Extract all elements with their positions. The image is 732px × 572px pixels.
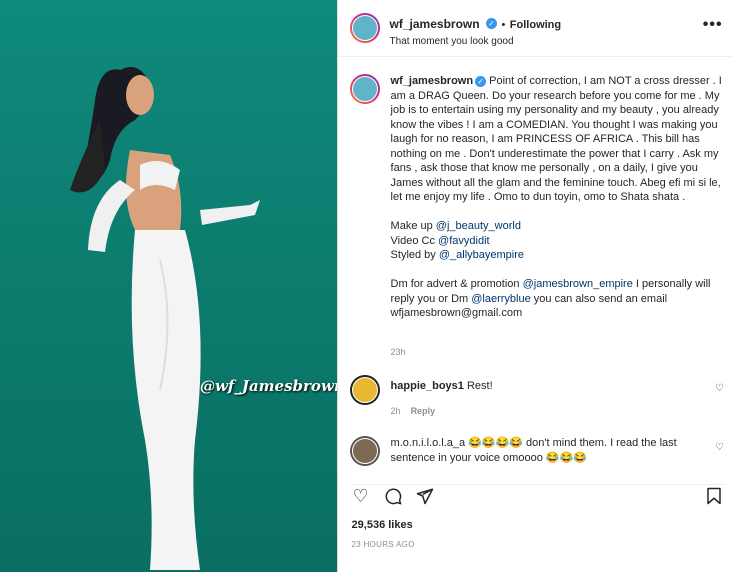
- post-media[interactable]: @wf_Jamesbrown: [0, 0, 337, 572]
- comment: happie_boys1 Rest!: [391, 379, 711, 394]
- verified-badge-icon: ✓: [486, 18, 498, 30]
- likes-count[interactable]: 29,536 likes: [352, 519, 413, 531]
- header-username[interactable]: wf_jamesbrown: [390, 17, 480, 31]
- post-timestamp[interactable]: 23 HOURS AGO: [352, 540, 415, 549]
- avatar[interactable]: [349, 13, 380, 43]
- mention-link[interactable]: @_allybayempire: [439, 249, 524, 261]
- commenter-avatar[interactable]: [349, 436, 380, 466]
- video-label: Video Cc: [390, 234, 439, 247]
- caption-username[interactable]: wf_jamesbrown: [391, 75, 474, 87]
- mention-link[interactable]: @favydidit: [438, 235, 490, 247]
- mention-link[interactable]: @laerryblue: [471, 293, 530, 305]
- following-button[interactable]: Following: [510, 19, 561, 31]
- comment-username[interactable]: m.o.n.i.l.o.l.a_a: [391, 437, 466, 449]
- comment-text: Rest!: [463, 380, 493, 392]
- comment-username[interactable]: happie_boys1: [391, 380, 464, 392]
- comment-time[interactable]: 2h: [391, 406, 401, 416]
- verified-badge-icon: ✓: [475, 75, 487, 87]
- caption-text: Point of correction, I am NOT a cross dr…: [390, 75, 725, 203]
- styled-label: Styled by: [390, 249, 439, 261]
- post-location[interactable]: That moment you look good: [390, 36, 562, 47]
- mention-link[interactable]: @j_beauty_world: [436, 220, 521, 232]
- heart-icon[interactable]: ♡: [350, 485, 372, 507]
- caption-avatar[interactable]: [349, 74, 380, 104]
- watermark: @wf_Jamesbrown: [200, 377, 337, 395]
- reply-button[interactable]: Reply: [411, 406, 436, 416]
- comment-like-heart-icon[interactable]: ♡: [715, 442, 724, 453]
- bookmark-icon[interactable]: [703, 485, 725, 507]
- action-bar: ♡: [349, 484, 725, 509]
- post-header: wf_jamesbrown ✓ • Following That moment …: [337, 0, 732, 57]
- post-photo: [70, 66, 260, 570]
- dm-label: Dm for advert & promotion: [390, 278, 523, 290]
- caption-time[interactable]: 23h: [391, 347, 406, 357]
- mention-link[interactable]: @jamesbrown_empire: [523, 278, 633, 290]
- commenter-avatar[interactable]: [349, 375, 380, 405]
- more-horizontal-icon[interactable]: •••: [703, 16, 723, 34]
- caption: wf_jamesbrown ✓ Point of correction, I am…: [391, 74, 726, 321]
- comment-like-heart-icon[interactable]: ♡: [715, 383, 724, 394]
- post-sidebar: wf_jamesbrown ✓ • Following That moment …: [336, 0, 732, 572]
- send-icon[interactable]: [414, 485, 436, 507]
- separator-dot: •: [501, 19, 506, 31]
- makeup-label: Make up: [390, 220, 436, 232]
- comment: m.o.n.i.l.o.l.a_a 😂😂😂😂 don't mind them. …: [391, 436, 711, 465]
- comment-icon[interactable]: [382, 485, 404, 507]
